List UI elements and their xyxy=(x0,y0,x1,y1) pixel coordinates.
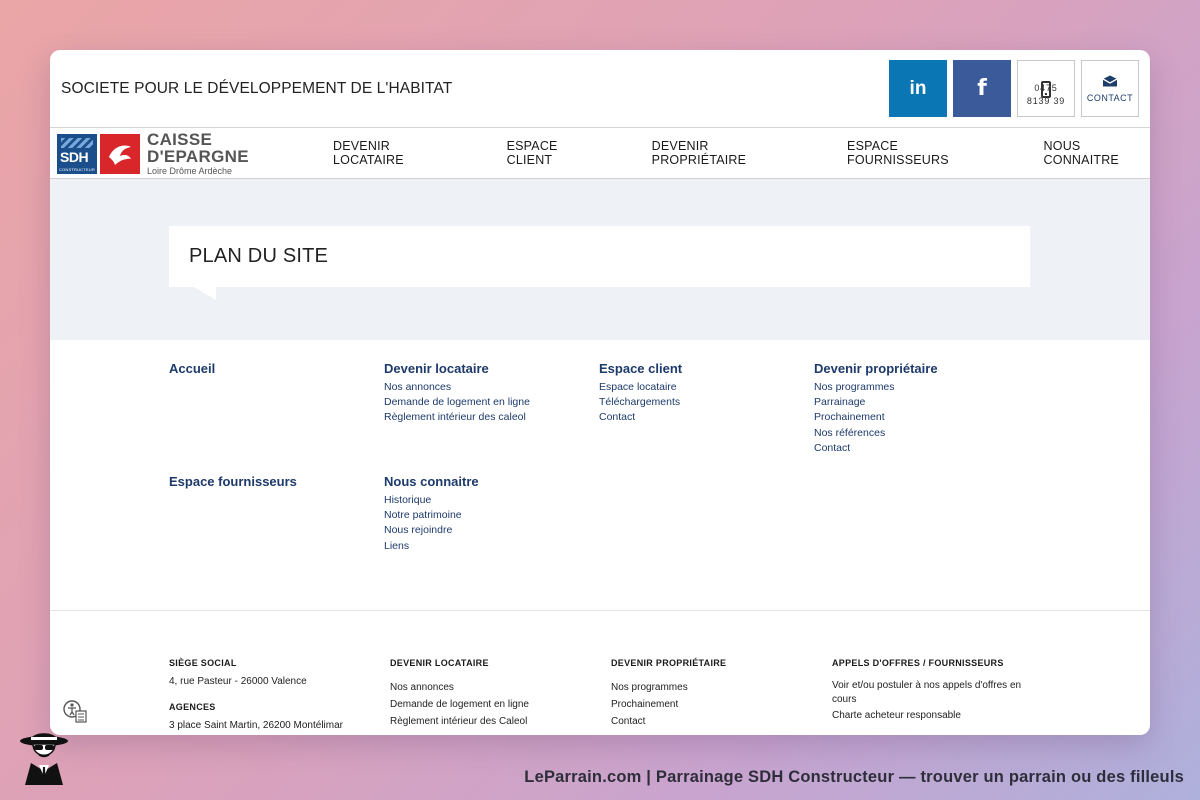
sitemap-link[interactable]: Notre patrimoine xyxy=(384,508,584,523)
footer-link[interactable]: Règlement intérieur des Caleol xyxy=(390,713,590,730)
sitemap-heading-accueil[interactable]: Accueil xyxy=(169,361,369,376)
main-navigation: SDH CONSTRUCTEUR CAISSE D'EPARGNE Loire … xyxy=(50,128,1150,179)
sitemap-heading-proprietaire[interactable]: Devenir propriétaire xyxy=(814,361,1014,376)
sitemap-link[interactable]: Contact xyxy=(599,410,799,425)
sdh-logo-stripes xyxy=(61,137,93,148)
footer-link[interactable]: Nos annonces xyxy=(390,679,590,696)
footer-col-fournisseurs: APPELS D'OFFRES / FOURNISSEURS Voir et/o… xyxy=(832,658,1032,726)
sitemap-link[interactable]: Historique xyxy=(384,493,584,508)
company-name: SOCIETE POUR LE DÉVELOPPEMENT DE L'HABIT… xyxy=(61,80,453,97)
sitemap-section-client: Espace client Espace locataire Télécharg… xyxy=(599,361,799,426)
caisse-epargne-squirrel-icon xyxy=(100,133,140,174)
nav-menu: DEVENIR LOCATAIRE ESPACE CLIENT DEVENIR … xyxy=(333,128,1150,178)
siege-address: 4, rue Pasteur - 26000 Valence xyxy=(169,676,307,687)
linkedin-button[interactable]: in xyxy=(889,60,947,117)
footer-link[interactable]: Contact xyxy=(611,713,811,730)
footer-heading-fournisseurs: APPELS D'OFFRES / FOURNISSEURS xyxy=(832,658,1004,668)
footer-heading-proprietaire: DEVENIR PROPRIÉTAIRE xyxy=(611,658,727,668)
brand-line-2: D'EPARGNE xyxy=(147,147,249,166)
sitemap-section-connaitre: Nous connaitre Historique Notre patrimoi… xyxy=(384,474,584,554)
sitemap-link[interactable]: Téléchargements xyxy=(599,395,799,410)
footer-link[interactable]: Charte acheteur responsable xyxy=(832,709,1032,723)
sitemap-heading-client[interactable]: Espace client xyxy=(599,361,799,376)
facebook-button[interactable]: f xyxy=(953,60,1011,117)
sitemap: Accueil Devenir locataire Nos annonces D… xyxy=(50,340,1150,610)
browser-window: SOCIETE POUR LE DÉVELOPPEMENT DE L'HABIT… xyxy=(50,50,1150,735)
brand-line-3: Loire Drôme Ardèche xyxy=(147,166,233,176)
nav-item-devenir-proprietaire[interactable]: DEVENIR PROPRIÉTAIRE xyxy=(652,139,794,167)
sitemap-section-locataire: Devenir locataire Nos annonces Demande d… xyxy=(384,361,584,426)
footer-link[interactable]: Nos programmes xyxy=(611,679,811,696)
sitemap-link[interactable]: Règlement intérieur des caleol xyxy=(384,410,584,425)
sdh-logo: SDH CONSTRUCTEUR xyxy=(57,133,97,174)
footer-heading-siege: SIÈGE SOCIAL xyxy=(169,658,237,668)
page-caption: LeParrain.com | Parrainage SDH Construct… xyxy=(524,768,1184,786)
footer-col-siege: SIÈGE SOCIAL 4, rue Pasteur - 26000 Vale… xyxy=(169,658,369,734)
footer-link[interactable]: Prochainement xyxy=(611,696,811,713)
sitemap-section-accueil: Accueil xyxy=(169,361,369,380)
sitemap-link[interactable]: Demande de logement en ligne xyxy=(384,395,584,410)
sitemap-link[interactable]: Contact xyxy=(814,441,1014,456)
sitemap-section-proprietaire: Devenir propriétaire Nos programmes Parr… xyxy=(814,361,1014,456)
top-bar: SOCIETE POUR LE DÉVELOPPEMENT DE L'HABIT… xyxy=(50,50,1150,128)
sitemap-link[interactable]: Liens xyxy=(384,539,584,554)
nav-item-espace-client[interactable]: ESPACE CLIENT xyxy=(507,139,599,167)
page-title: PLAN DU SITE xyxy=(189,245,329,267)
facebook-icon: f xyxy=(977,76,987,101)
footer-heading-agences: AGENCES xyxy=(169,702,216,712)
contact-label: CONTACT xyxy=(1086,92,1134,103)
linkedin-icon: in xyxy=(909,77,927,99)
footer-heading-locataire: DEVENIR LOCATAIRE xyxy=(390,658,489,668)
sitemap-heading-fournisseurs[interactable]: Espace fournisseurs xyxy=(169,474,369,489)
nav-item-nous-connaitre[interactable]: NOUS CONNAITRE xyxy=(1044,139,1150,167)
leparrain-mascot-icon xyxy=(17,727,71,785)
page-title-box: PLAN DU SITE xyxy=(169,226,1030,300)
sitemap-link[interactable]: Parrainage xyxy=(814,395,1014,410)
accessibility-icon[interactable] xyxy=(62,698,88,724)
nav-item-devenir-locataire[interactable]: DEVENIR LOCATAIRE xyxy=(333,139,454,167)
page-header-band: PLAN DU SITE xyxy=(50,179,1150,340)
sitemap-link[interactable]: Nous rejoindre xyxy=(384,523,584,538)
social-buttons: in f 0475 8139 39 CONTACT xyxy=(889,60,1139,117)
site-logo[interactable]: SDH CONSTRUCTEUR CAISSE D'EPARGNE Loire … xyxy=(57,131,249,176)
sitemap-heading-locataire[interactable]: Devenir locataire xyxy=(384,361,584,376)
sitemap-link[interactable]: Prochainement xyxy=(814,410,1014,425)
footer-col-locataire: DEVENIR LOCATAIRE Nos annonces Demande d… xyxy=(390,658,590,730)
sitemap-section-fournisseurs: Espace fournisseurs xyxy=(169,474,369,493)
envelope-icon xyxy=(1102,75,1118,87)
footer-link[interactable]: Voir et/ou postuler à nos appels d'offre… xyxy=(832,679,1032,706)
sdh-logo-text: SDH xyxy=(60,148,89,165)
footer: SIÈGE SOCIAL 4, rue Pasteur - 26000 Vale… xyxy=(50,611,1150,735)
sdh-logo-subtext: CONSTRUCTEUR xyxy=(59,166,95,172)
phone-button[interactable]: 0475 8139 39 xyxy=(1017,60,1075,117)
footer-col-proprietaire: DEVENIR PROPRIÉTAIRE Nos programmes Proc… xyxy=(611,658,811,730)
agence-address: 3 place Saint Martin, 26200 Montélimar xyxy=(169,720,343,731)
caisse-epargne-wordmark: CAISSE D'EPARGNE Loire Drôme Ardèche xyxy=(147,131,249,176)
sitemap-link[interactable]: Nos références xyxy=(814,426,1014,441)
sitemap-link[interactable]: Nos annonces xyxy=(384,380,584,395)
brand-line-1: CAISSE xyxy=(147,130,213,149)
phone-number: 0475 8139 39 xyxy=(1026,82,1066,106)
footer-link[interactable]: Demande de logement en ligne xyxy=(390,696,590,713)
sitemap-heading-connaitre[interactable]: Nous connaitre xyxy=(384,474,584,489)
nav-item-espace-fournisseurs[interactable]: ESPACE FOURNISSEURS xyxy=(847,139,991,167)
sitemap-link[interactable]: Espace locataire xyxy=(599,380,799,395)
sitemap-link[interactable]: Nos programmes xyxy=(814,380,1014,395)
contact-button[interactable]: CONTACT xyxy=(1081,60,1139,117)
